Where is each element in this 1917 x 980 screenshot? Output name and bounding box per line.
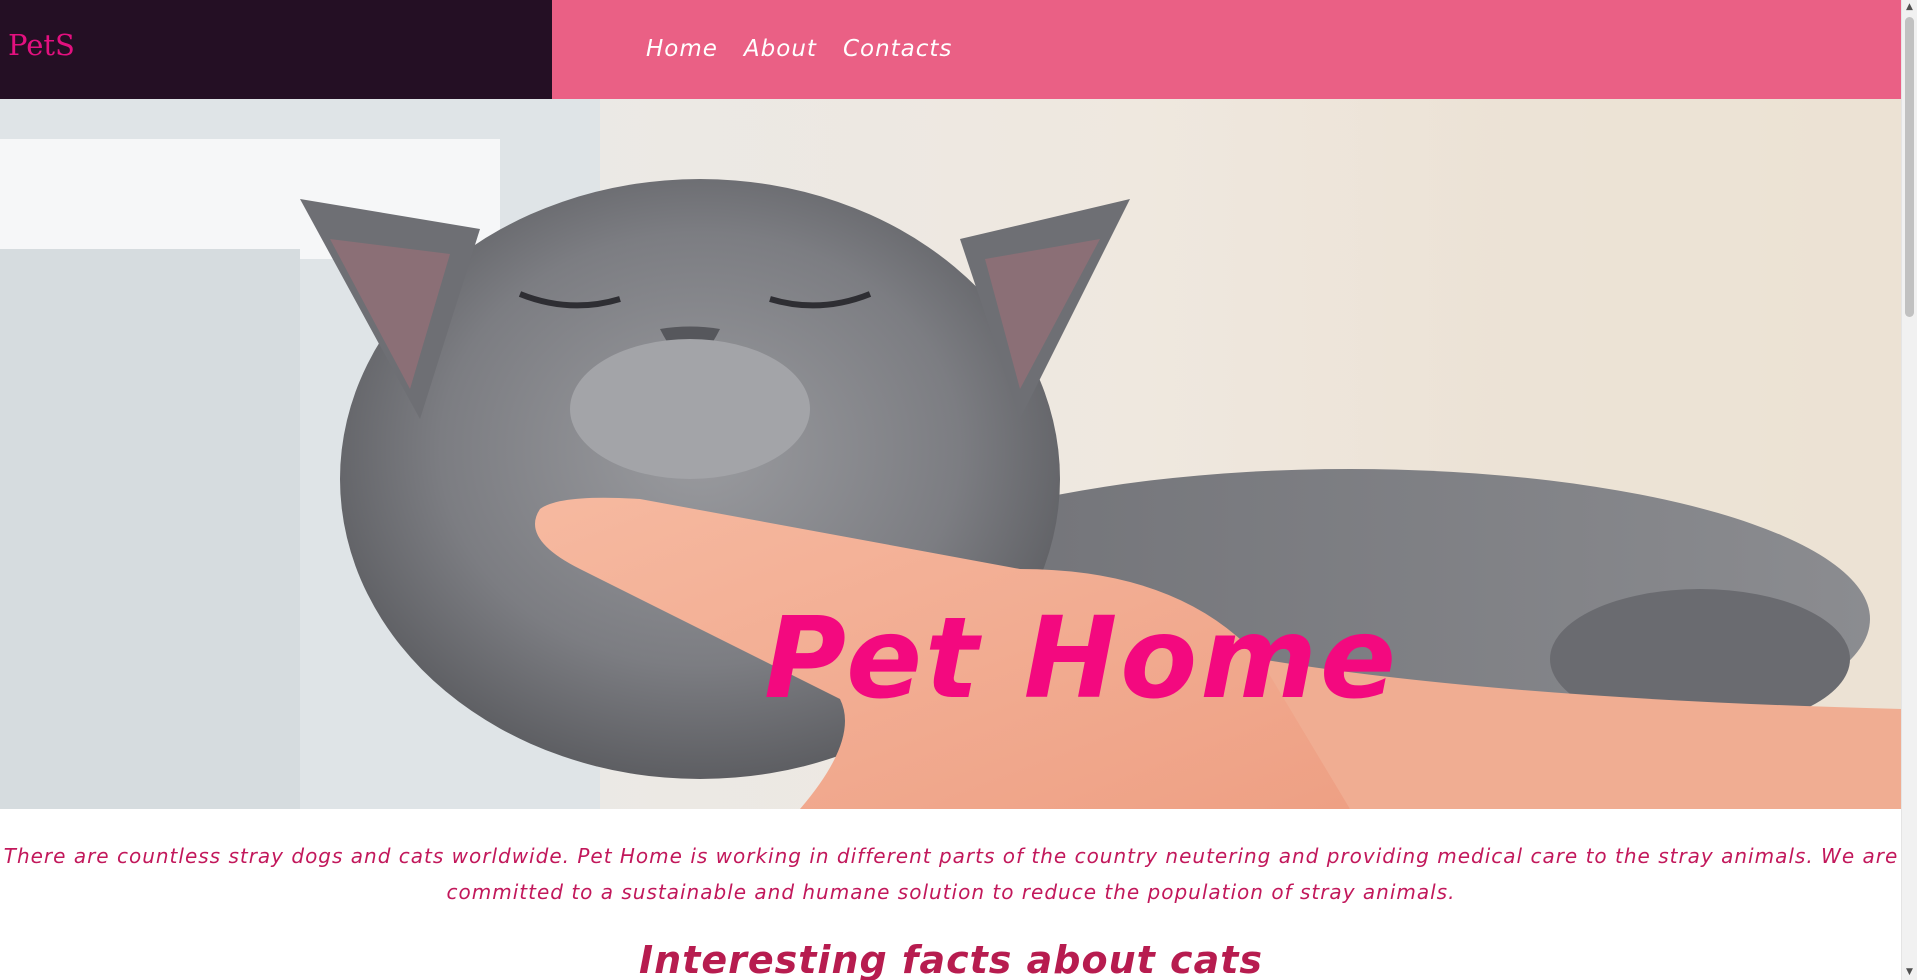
- page-viewport: PetS Home About Contacts Pet Home There …: [0, 0, 1902, 980]
- site-header: PetS Home About Contacts: [0, 0, 1902, 99]
- main-nav: Home About Contacts: [646, 36, 952, 62]
- scroll-thumb[interactable]: [1905, 17, 1914, 317]
- vertical-scrollbar[interactable]: ▲ ▼: [1901, 0, 1917, 980]
- brand-block: PetS: [0, 0, 552, 99]
- nav-bar: Home About Contacts: [552, 0, 1902, 99]
- scroll-down-arrow-icon[interactable]: ▼: [1902, 965, 1917, 980]
- hero-title: Pet Home: [764, 594, 1399, 725]
- nav-link-about[interactable]: About: [744, 36, 817, 62]
- nav-link-contacts[interactable]: Contacts: [843, 36, 952, 62]
- brand-logo[interactable]: PetS: [8, 28, 75, 62]
- scroll-up-arrow-icon[interactable]: ▲: [1902, 0, 1917, 15]
- facts-heading: Interesting facts about cats: [639, 938, 1263, 980]
- nav-link-home[interactable]: Home: [646, 36, 718, 62]
- intro-paragraph: There are countless stray dogs and cats …: [3, 844, 1899, 904]
- hero-banner: Pet Home: [0, 99, 1902, 809]
